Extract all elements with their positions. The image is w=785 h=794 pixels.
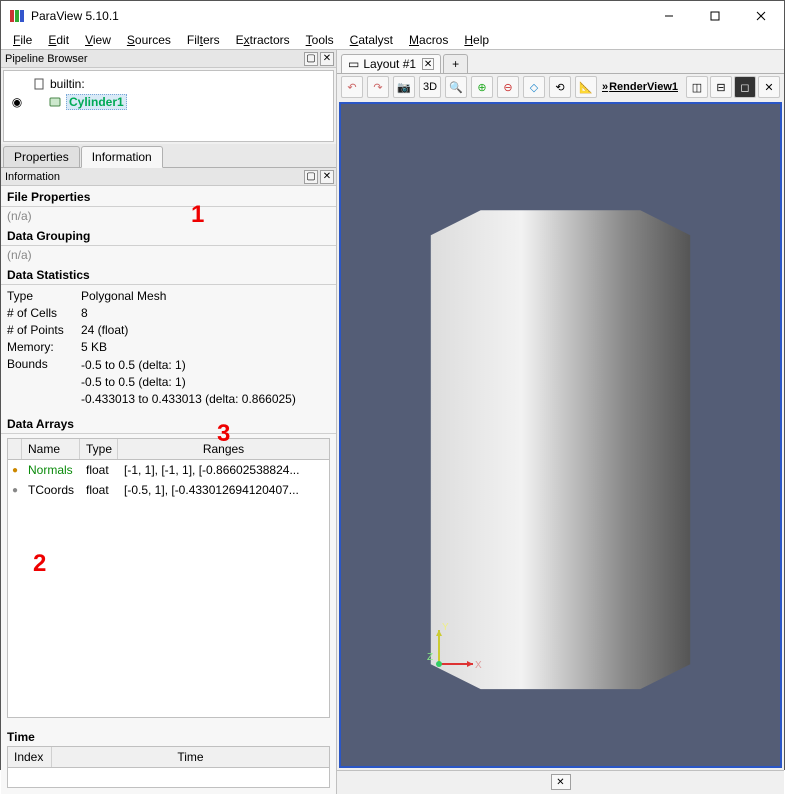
back-button[interactable]: ↶ <box>341 76 363 98</box>
arrays-col-type[interactable]: Type <box>80 439 118 459</box>
time-header: Time <box>7 726 330 746</box>
stat-cells-value: 8 <box>81 306 330 320</box>
time-table[interactable]: Index Time <box>7 746 330 788</box>
menu-catalyst[interactable]: Catalyst <box>342 31 401 49</box>
menu-filters[interactable]: Filters <box>179 31 228 49</box>
source-icon <box>48 95 62 109</box>
server-icon <box>32 77 46 91</box>
stat-points-label: # of Points <box>7 323 81 337</box>
menu-help[interactable]: Help <box>456 31 497 49</box>
stat-bounds-label: Bounds <box>7 357 81 407</box>
pipeline-browser-label: Pipeline Browser <box>5 53 88 65</box>
ruler-button[interactable]: 📐 <box>575 76 597 98</box>
pipeline-root[interactable]: builtin: <box>8 75 329 93</box>
render-view[interactable]: X Y Z <box>339 102 782 768</box>
select-cells-button[interactable]: ⊖ <box>497 76 519 98</box>
maximize-view-button[interactable]: ◻ <box>734 76 756 98</box>
layout-close-bottom-button[interactable]: ✕ <box>551 774 571 790</box>
menu-file[interactable]: File <box>5 31 40 49</box>
data-grouping-header: Data Grouping <box>1 225 336 246</box>
menu-tools[interactable]: Tools <box>298 31 342 49</box>
layout-tab-label: Layout #1 <box>363 57 416 71</box>
pipeline-float-button[interactable]: ▢ <box>304 52 318 66</box>
data-arrays-header: Data Arrays <box>1 413 336 434</box>
layout-tabs: ▭ Layout #1 ✕ + <box>337 50 784 74</box>
forward-button[interactable]: ↷ <box>367 76 389 98</box>
select-points-button[interactable]: ⊕ <box>471 76 493 98</box>
tab-properties[interactable]: Properties <box>3 146 80 167</box>
minimize-button[interactable] <box>646 1 692 31</box>
zoom-to-data-button[interactable]: 🔍 <box>445 76 467 98</box>
svg-text:Y: Y <box>442 622 449 633</box>
menu-view[interactable]: View <box>77 31 119 49</box>
left-tabs: Properties Information <box>1 144 336 168</box>
file-properties-header: File Properties <box>1 186 336 207</box>
pipeline-root-label: builtin: <box>50 77 85 91</box>
menubar: File Edit View Sources Filters Extractor… <box>1 31 784 49</box>
menu-macros[interactable]: Macros <box>401 31 456 49</box>
pipeline-item-cylinder1[interactable]: ◉ Cylinder1 <box>8 93 329 111</box>
cylinder-geometry <box>341 104 780 766</box>
layout-add-button[interactable]: + <box>443 54 468 73</box>
camera-button[interactable]: 📷 <box>393 76 415 98</box>
pipeline-item-label: Cylinder1 <box>66 94 127 110</box>
pipeline-browser-dock-title: Pipeline Browser ▢ ✕ <box>1 50 336 68</box>
file-properties-value: (n/a) <box>1 207 336 225</box>
point-data-icon: ● <box>8 465 22 476</box>
split-vertical-button[interactable]: ⊟ <box>710 76 732 98</box>
close-button[interactable] <box>738 1 784 31</box>
stat-memory-value: 5 KB <box>81 340 330 354</box>
data-arrays-table[interactable]: Name Type Ranges ● Normals float [-1, 1]… <box>7 438 330 717</box>
renderview-toolbar: ↶ ↷ 📷 3D 🔍 ⊕ ⊖ ◇ ⟲ 📐 RenderView1 ◫ ⊟ ◻ ✕ <box>337 74 784 100</box>
stat-cells-label: # of Cells <box>7 306 81 320</box>
split-horizontal-button[interactable]: ◫ <box>686 76 708 98</box>
deselect-button[interactable]: ◇ <box>523 76 545 98</box>
svg-text:Z: Z <box>427 652 433 663</box>
stat-points-value: 24 (float) <box>81 323 330 337</box>
stat-type-label: Type <box>7 289 81 303</box>
data-statistics-header: Data Statistics <box>1 264 336 285</box>
layout-bottom-bar: ✕ <box>337 770 784 794</box>
information-dock-label: Information <box>5 171 60 183</box>
time-col-time[interactable]: Time <box>52 747 329 767</box>
visibility-eye-icon[interactable]: ◉ <box>10 95 24 109</box>
data-statistics-grid: Type Polygonal Mesh # of Cells 8 # of Po… <box>1 285 336 413</box>
info-float-button[interactable]: ▢ <box>304 170 318 184</box>
data-grouping-value: (n/a) <box>1 246 336 264</box>
orientation-axes-icon: X Y Z <box>423 620 483 680</box>
close-view-button[interactable]: ✕ <box>758 76 780 98</box>
stat-memory-label: Memory: <box>7 340 81 354</box>
layout-tab-1[interactable]: ▭ Layout #1 ✕ <box>341 54 441 73</box>
svg-text:X: X <box>475 660 482 671</box>
point-data-icon: ● <box>8 485 22 496</box>
arrays-col-name[interactable]: Name <box>22 439 80 459</box>
pipeline-tree[interactable]: builtin: ◉ Cylinder1 <box>3 70 334 142</box>
arrays-col-ranges[interactable]: Ranges <box>118 439 329 459</box>
menu-extractors[interactable]: Extractors <box>228 31 298 49</box>
window-title: ParaView 5.10.1 <box>31 9 646 23</box>
information-dock-title: Information ▢ ✕ <box>1 168 336 186</box>
window-titlebar: ParaView 5.10.1 <box>1 1 784 31</box>
menu-sources[interactable]: Sources <box>119 31 179 49</box>
renderview-label[interactable]: RenderView1 <box>602 81 682 93</box>
adjust-camera-button[interactable]: ⟲ <box>549 76 571 98</box>
tab-information[interactable]: Information <box>81 146 163 168</box>
maximize-button[interactable] <box>692 1 738 31</box>
array-row-normals[interactable]: ● Normals float [-1, 1], [-1, 1], [-0.86… <box>8 460 329 480</box>
stat-type-value: Polygonal Mesh <box>81 289 330 303</box>
stat-bounds-value: -0.5 to 0.5 (delta: 1) -0.5 to 0.5 (delt… <box>81 357 330 407</box>
time-col-index[interactable]: Index <box>8 747 52 767</box>
mode-3d-button[interactable]: 3D <box>419 76 441 98</box>
layout-tab-close-icon[interactable]: ✕ <box>422 58 434 70</box>
info-close-button[interactable]: ✕ <box>320 170 334 184</box>
menu-edit[interactable]: Edit <box>40 31 77 49</box>
layout-icon: ▭ <box>348 57 359 71</box>
app-logo-icon <box>9 8 25 24</box>
pipeline-close-button[interactable]: ✕ <box>320 52 334 66</box>
array-row-tcoords[interactable]: ● TCoords float [-0.5, 1], [-0.433012694… <box>8 480 329 500</box>
